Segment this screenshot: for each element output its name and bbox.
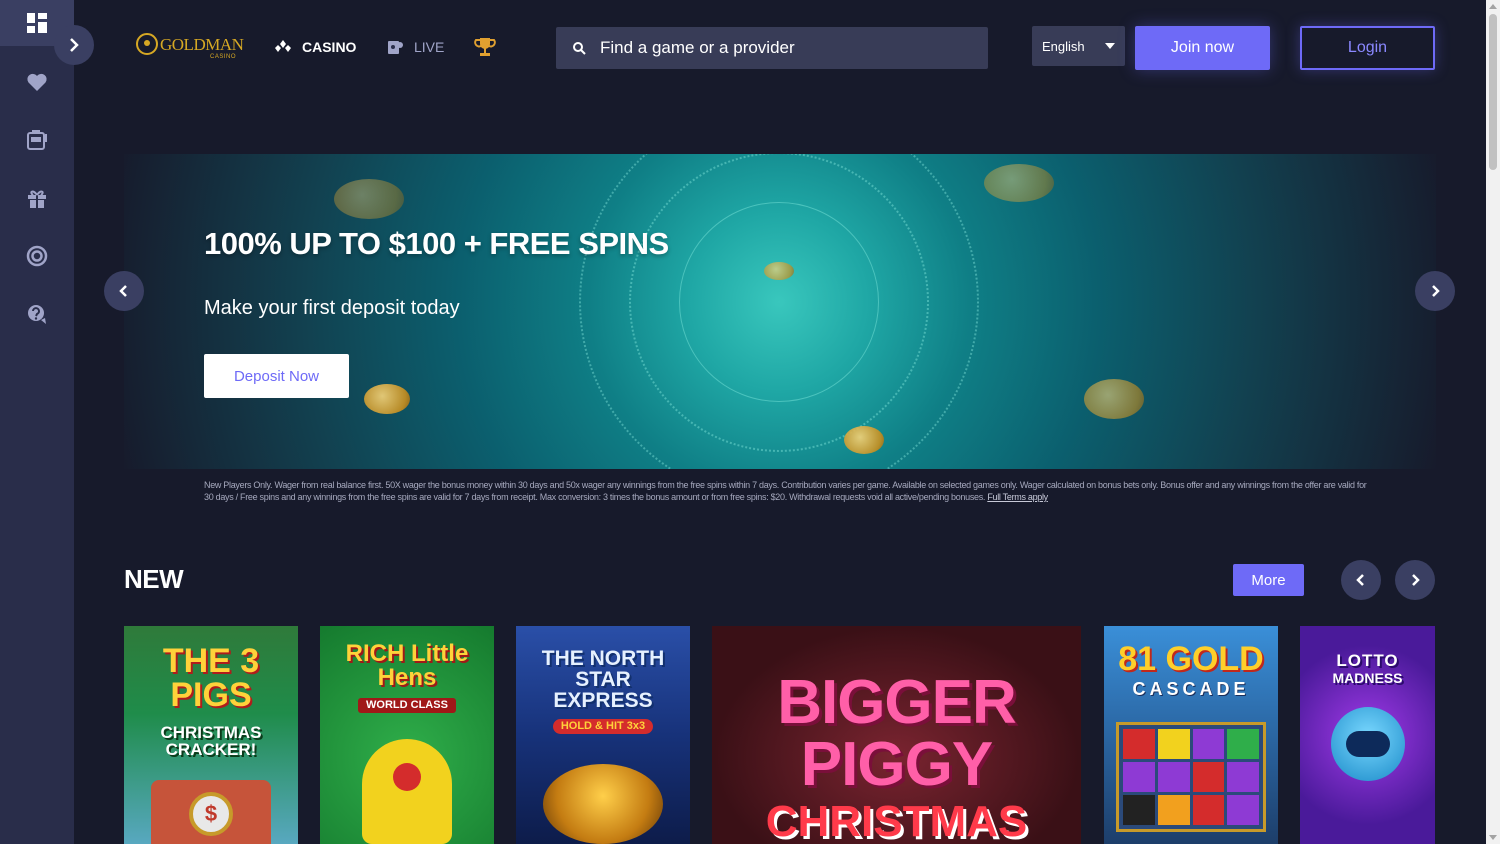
game-title: 81 GOLD (1118, 640, 1264, 678)
game-tile[interactable]: BIGGER PIGGY CHRISTMAS (712, 626, 1081, 844)
game-subtitle: WORLD CLASS (358, 698, 456, 713)
hero-subtitle: Make your first deposit today (204, 297, 460, 319)
game-tile[interactable]: RICH Little Hens WORLD CLASS (320, 626, 494, 844)
game-title: THE 3 PIGS (162, 642, 260, 714)
game-tile[interactable]: LOTTO MADNESS (1300, 626, 1435, 844)
search-placeholder: Find a game or a provider (600, 38, 795, 57)
casino-chips-icon (275, 40, 291, 52)
game-tile[interactable]: 81 GOLD CASCADE (1104, 626, 1278, 844)
dashboard-icon (27, 13, 47, 33)
nav-casino-label: CASINO (302, 39, 357, 55)
deposit-now-button[interactable]: Deposit Now (204, 354, 349, 398)
language-value: English (1042, 38, 1085, 54)
vip-chip-icon (26, 245, 48, 267)
coin-decoration (1084, 379, 1144, 419)
hen-nose-icon (393, 763, 421, 791)
logo-subtext: CASINO (210, 54, 237, 60)
game-subtitle: CHRISTMAS CRACKER! (160, 723, 262, 759)
game-subtitle: HOLD & HIT 3x3 (552, 719, 654, 734)
hero-decoration-ring (679, 202, 879, 402)
live-dealer-icon (388, 41, 403, 54)
coin-decoration (764, 262, 794, 280)
gift-icon (28, 190, 46, 208)
scrollbar-thumb[interactable] (1489, 14, 1497, 170)
coin-decoration (984, 164, 1054, 202)
login-button[interactable]: Login (1300, 26, 1435, 70)
slot-machine-icon (27, 130, 47, 150)
header: GOLDMAN CASINO CASINO LIVE Find a game o… (74, 0, 1486, 96)
search-icon (573, 42, 586, 55)
chevron-right-icon (1412, 574, 1420, 586)
game-title: BIGGER PIGGY (777, 668, 1017, 799)
coin-decoration (334, 179, 404, 219)
bonus-terms-text: New Players Only. Wager from real balanc… (204, 480, 1367, 502)
game-title: RICH Little Hens (345, 640, 469, 691)
caret-down-icon (1105, 43, 1115, 49)
logo-text: GOLDMAN (160, 34, 244, 54)
chevron-left-icon (1356, 574, 1364, 586)
logo[interactable]: GOLDMAN CASINO (136, 33, 244, 60)
chevron-right-icon (1432, 285, 1440, 297)
sidebar (0, 0, 74, 844)
bonus-terms: New Players Only. Wager from real balanc… (204, 479, 1374, 503)
game-art (543, 764, 663, 844)
game-subtitle: CHRISTMAS (765, 797, 1028, 844)
page-scrollbar[interactable] (1486, 0, 1500, 844)
game-title: THE NORTH STAR EXPRESS (541, 647, 665, 712)
scroll-down-icon[interactable] (1489, 835, 1497, 840)
hero-title: 100% UP TO $100 + FREE SPINS (204, 226, 669, 261)
join-now-button[interactable]: Join now (1135, 26, 1270, 70)
full-terms-link[interactable]: Full Terms apply (987, 492, 1048, 502)
chevron-left-icon (119, 285, 127, 297)
game-tile[interactable]: THE 3 PIGS CHRISTMAS CRACKER! $ (124, 626, 298, 844)
sidebar-item-favorites[interactable] (0, 59, 74, 105)
hero-next-button[interactable] (1415, 271, 1455, 311)
game-tile[interactable]: THE NORTH STAR EXPRESS HOLD & HIT 3x3 (516, 626, 690, 844)
game-title: LOTTO (1336, 651, 1399, 670)
trophy-icon (474, 38, 496, 56)
nav-live-label: LIVE (414, 39, 445, 55)
robot-face-icon (1345, 731, 1390, 757)
nav-tournaments[interactable] (474, 36, 506, 58)
game-art (1330, 707, 1405, 781)
dollar-coin-icon: $ (189, 792, 233, 836)
scroll-up-icon[interactable] (1489, 4, 1497, 9)
sidebar-item-vip[interactable] (0, 233, 74, 279)
hero-banner: 100% UP TO $100 + FREE SPINS Make your f… (124, 154, 1436, 469)
heart-icon (27, 73, 47, 91)
game-art: $ (151, 780, 271, 844)
sidebar-item-help[interactable] (0, 291, 74, 337)
coin-decoration (364, 384, 410, 414)
section-title: NEW (124, 564, 184, 594)
section-next-button[interactable] (1395, 560, 1435, 600)
sidebar-item-slots[interactable] (0, 117, 74, 163)
more-button[interactable]: More (1233, 564, 1304, 596)
game-subtitle: CASCADE (1132, 679, 1250, 699)
language-select[interactable]: English (1032, 26, 1125, 66)
section-prev-button[interactable] (1341, 560, 1381, 600)
game-art (1116, 722, 1266, 832)
game-art (362, 739, 452, 844)
logo-mark-icon (136, 33, 158, 55)
nav-casino[interactable]: CASINO (274, 38, 356, 56)
help-chat-icon (28, 305, 46, 324)
game-subtitle: MADNESS (1332, 670, 1403, 686)
coin-decoration (844, 426, 884, 454)
sidebar-item-promotions[interactable] (0, 175, 74, 221)
nav-live[interactable]: LIVE (386, 38, 444, 56)
hero-prev-button[interactable] (104, 271, 144, 311)
search-input[interactable]: Find a game or a provider (556, 27, 988, 69)
